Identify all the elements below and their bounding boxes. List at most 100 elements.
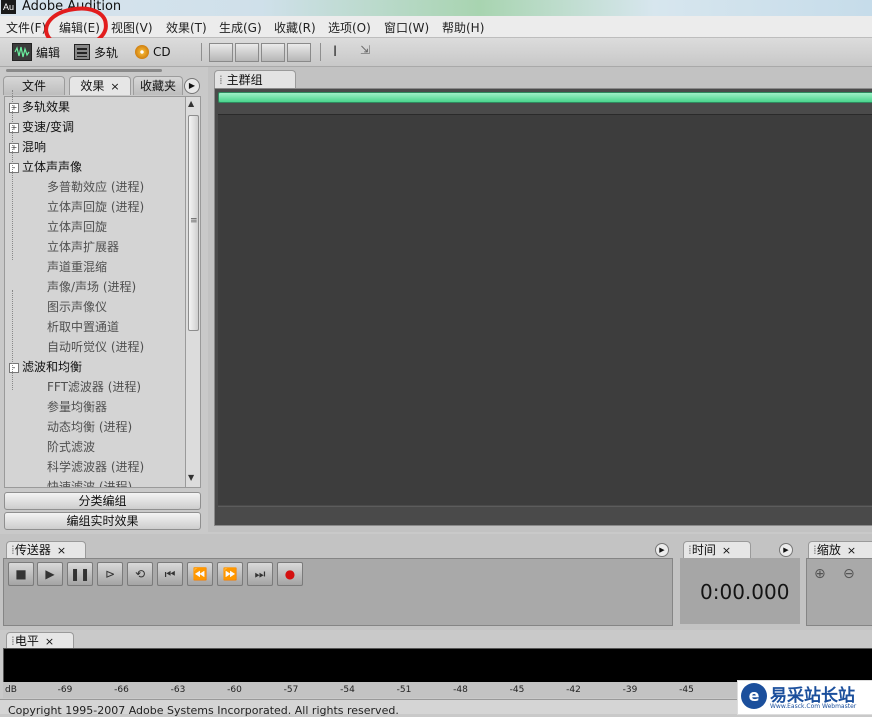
meter-scale-label: -54 [340,685,355,695]
group-by-category-button[interactable]: 分类编组 [4,492,201,510]
stop-button[interactable]: ■ [8,562,34,586]
expand-icon[interactable]: + [9,142,19,153]
collapse-icon[interactable]: - [9,162,19,173]
phase-view-icon[interactable] [287,43,311,62]
tree-label: 析取中置通道 [47,320,120,334]
level-meter-display [3,648,872,684]
scrollbar-thumb[interactable]: ≡ [188,115,199,331]
grip-icon: ≡ [190,216,198,226]
expand-icon[interactable]: + [9,102,19,113]
toolbar-separator [201,43,202,61]
play-button[interactable]: ▶ [37,562,63,586]
realtime-effects-button[interactable]: 编组实时效果 [4,512,201,530]
pause-button[interactable]: ❚❚ [67,562,93,586]
tree-item[interactable]: 多普勒效应 (进程) [47,177,144,197]
close-icon[interactable]: × [847,544,856,557]
panel-menu-icon[interactable]: ▶ [184,78,200,94]
tree-item[interactable]: 析取中置通道 [47,317,119,337]
watermark-subtext: Www.Easck.Com Webmaster [770,703,857,710]
pan-view-icon[interactable] [261,43,285,62]
rewind-button[interactable]: ⏪ [187,562,213,586]
tree-category[interactable]: + 混响 [9,137,46,157]
tree-label: 多普勒效应 (进程) [47,180,145,194]
tree-item[interactable]: 立体声扩展器 [47,237,119,257]
fast-forward-button[interactable]: ⏩ [217,562,243,586]
go-to-end-button[interactable]: ⏭ [247,562,273,586]
tree-category[interactable]: - 立体声声像 [9,157,82,177]
close-icon[interactable]: × [110,80,119,93]
edit-view-button[interactable]: 编辑 [12,42,60,62]
meter-scale-label: -66 [114,685,129,695]
timeline-strip[interactable] [218,506,872,525]
tree-label: 立体声扩展器 [47,240,120,254]
panel-menu-icon[interactable]: ▶ [655,543,669,557]
tree-item[interactable]: 立体声回旋 [47,217,107,237]
tree-item[interactable]: 参量均衡器 [47,397,107,417]
menu-effects[interactable]: 效果(T) [166,19,207,36]
expand-icon[interactable]: + [9,122,19,133]
scroll-down-icon[interactable]: ▼ [188,473,194,482]
tab-favorites[interactable]: 收藏夹 [133,76,183,95]
tree-item[interactable]: FFT滤波器 (进程) [47,377,141,397]
cd-view-button[interactable]: CD [135,42,171,62]
edit-view-label: 编辑 [36,45,61,60]
tree-item[interactable]: 快速滤波 (进程) [47,477,132,487]
tree-item[interactable]: 阶式滤波 [47,437,95,457]
tree-label: 阶式滤波 [47,440,96,454]
meter-scale-label: -60 [227,685,242,695]
menu-help[interactable]: 帮助(H) [442,19,484,36]
tab-effects[interactable]: 效果 × [69,76,131,95]
close-icon[interactable]: × [57,544,66,557]
effects-tree: + 多轨效果 + 变速/变调 + 混响 - 立体声声像多普勒效应 (进程) 立体声回旋 (进程)… [4,96,187,488]
multitrack-view-button[interactable]: 多轨 [74,42,118,62]
waveform-view-icon[interactable] [209,43,233,62]
zoom-out-icon[interactable]: ⊖ [843,566,855,582]
collapse-icon[interactable]: - [9,362,19,373]
play-from-cursor-button[interactable]: ⊳ [97,562,123,586]
tree-category[interactable]: + 变速/变调 [9,117,74,137]
menu-favorites[interactable]: 收藏(R) [274,19,316,36]
loop-icon: ⟲ [134,567,146,581]
menu-view[interactable]: 视图(V) [111,19,153,36]
waveform-display[interactable] [218,114,872,505]
tab-transport[interactable]: ⁞传送器 × [6,541,86,559]
tree-item[interactable]: 图示声像仪 [47,297,107,317]
spectral-view-icon[interactable] [235,43,259,62]
menu-window[interactable]: 窗口(W) [384,19,429,36]
go-to-start-button[interactable]: ⏮ [157,562,183,586]
tab-zoom[interactable]: ⁞缩放 × [808,541,872,559]
tree-guide-line [12,90,13,260]
tree-item[interactable]: 声像/声场 (进程) [47,277,136,297]
time-selection-tool-icon[interactable]: Ⅰ [333,44,337,60]
marquee-tool-icon[interactable]: ⇲ [360,43,370,57]
tree-item[interactable]: 声道重混缩 [47,257,107,277]
scroll-up-icon[interactable]: ▲ [188,99,194,108]
tree-item[interactable]: 科学滤波器 (进程) [47,457,144,477]
tree-item[interactable]: 动态均衡 (进程) [47,417,132,437]
toolbar: 编辑 多轨 CD Ⅰ ⇲ [0,38,872,67]
meter-scale-label: -45 [679,685,694,695]
loop-button[interactable]: ⟲ [127,562,153,586]
tree-item[interactable]: 立体声回旋 (进程) [47,197,144,217]
multitrack-icon [74,44,90,60]
meter-scale-label: -48 [453,685,468,695]
tree-label: 动态均衡 (进程) [47,420,133,434]
tree-item[interactable]: 自动听觉仪 (进程) [47,337,144,357]
tab-time[interactable]: ⁞时间 × [683,541,751,559]
menu-file[interactable]: 文件(F) [6,19,46,36]
tree-scrollbar[interactable]: ▲ ≡ ▼ [185,96,201,488]
panel-menu-icon[interactable]: ▶ [779,543,793,557]
waveform-icon [12,43,32,61]
close-icon[interactable]: × [722,544,731,557]
close-icon[interactable]: × [45,635,54,648]
tree-label: 声像/声场 (进程) [47,280,137,294]
record-button[interactable]: ● [277,562,303,586]
menu-generate[interactable]: 生成(G) [219,19,262,36]
overview-bar[interactable] [218,92,872,103]
tree-category[interactable]: - 滤波和均衡 [9,357,82,377]
main-group-frame [214,88,872,526]
menu-options[interactable]: 选项(O) [328,19,371,36]
tree-category[interactable]: + 多轨效果 [9,97,70,117]
tab-main-group[interactable]: ⁞ 主群组 [214,70,296,89]
zoom-in-icon[interactable]: ⊕ [814,566,826,582]
